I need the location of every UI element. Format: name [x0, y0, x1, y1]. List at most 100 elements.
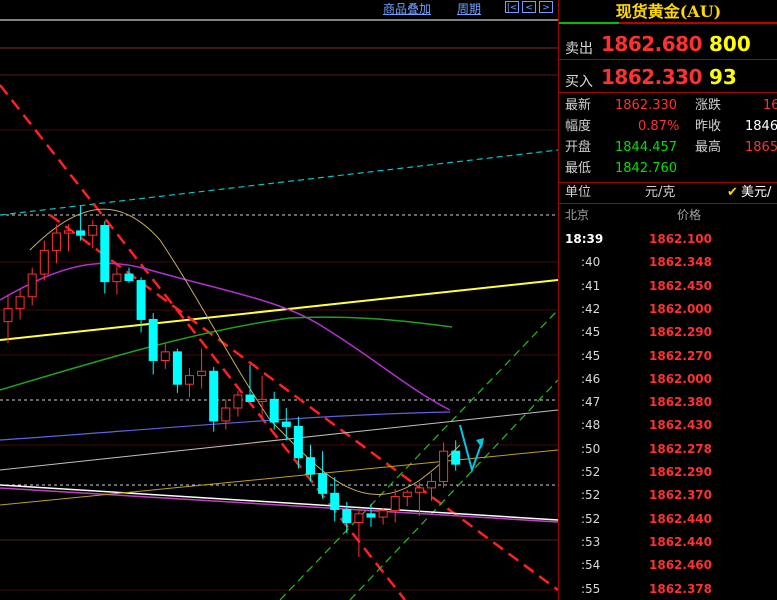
candle-body	[269, 398, 279, 423]
candle-body	[233, 394, 243, 409]
candle-body	[88, 224, 98, 236]
tick-row: :52 1862.440	[559, 508, 777, 531]
tick-time: :46	[581, 371, 601, 386]
tick-time: :50	[581, 441, 601, 456]
candle-body	[197, 370, 207, 377]
tick-price: 1862.450	[649, 278, 713, 293]
nav-prev-button[interactable]: <	[522, 1, 536, 13]
candle-body	[378, 510, 388, 518]
tick-time: :41	[581, 278, 601, 293]
tick-price: 1862.370	[649, 488, 713, 503]
tick-row: :47 1862.380	[559, 391, 777, 414]
tick-time: :48	[581, 418, 601, 433]
unit-alt[interactable]: 美元/	[741, 183, 771, 203]
tick-row: :41 1862.450	[559, 275, 777, 298]
tick-time: :40	[581, 255, 601, 270]
tick-price: 1862.430	[649, 418, 713, 433]
unit-value: 元/克	[645, 185, 676, 200]
unit-label: 单位	[565, 185, 592, 200]
latest-value: 1862.330	[615, 98, 678, 113]
tick-price: 1862.348	[649, 255, 713, 270]
period-menu-button[interactable]: 周期	[457, 0, 481, 17]
nav-first-button[interactable]: |<	[505, 1, 519, 13]
forecast-arrow	[459, 424, 484, 474]
candles	[3, 206, 461, 558]
tick-price: 1862.440	[649, 511, 713, 526]
candle-body	[366, 513, 376, 518]
candle-body	[3, 308, 13, 323]
tick-time: :55	[581, 581, 601, 596]
pct-label: 幅度	[565, 119, 592, 134]
tick-row: :45 1862.270	[559, 345, 777, 368]
open-label: 开盘	[565, 140, 592, 155]
candle-body	[221, 407, 231, 422]
nav-next-button[interactable]: >	[539, 1, 553, 13]
candle-body	[257, 398, 267, 403]
candle-body	[15, 296, 25, 310]
candle-body	[318, 473, 328, 494]
trend-line	[49, 213, 558, 592]
change-value: 16	[763, 98, 777, 113]
price-chart[interactable]	[0, 0, 558, 600]
checkmark-icon[interactable]: ✔	[727, 183, 738, 203]
low-value: 1842.760	[615, 161, 678, 176]
candle-body	[112, 273, 122, 283]
ma-line-tan	[29, 208, 461, 496]
candle-body	[172, 351, 182, 385]
tick-row: 18:39 1862.100	[559, 228, 777, 251]
tick-city-header: 北京	[565, 208, 590, 222]
tick-row: :52 1862.370	[559, 484, 777, 507]
candle-body	[245, 394, 255, 403]
tick-row: :45 1862.290	[559, 321, 777, 344]
candle-body	[148, 318, 158, 361]
candle-body	[76, 230, 86, 236]
candle-body	[209, 370, 219, 422]
candle-body	[414, 487, 424, 493]
trend-line	[0, 487, 558, 523]
change-label: 涨跌	[695, 98, 722, 113]
tick-time: :52	[581, 511, 601, 526]
latest-label: 最新	[565, 98, 592, 113]
tick-price-header: 价格	[677, 208, 702, 222]
tick-price: 1862.278	[649, 441, 713, 456]
candle-body	[124, 273, 134, 282]
high-value: 1865	[745, 140, 777, 155]
buy-price: 1862.330	[601, 65, 703, 89]
tick-price: 1862.380	[649, 395, 713, 410]
tick-row: :54 1862.460	[559, 554, 777, 577]
tick-price: 1862.378	[649, 581, 713, 596]
candle-body	[281, 421, 291, 427]
candle-body	[27, 273, 37, 298]
candle-body	[306, 457, 315, 475]
sell-volume: 800	[709, 32, 751, 56]
tick-price: 1862.100	[649, 232, 713, 246]
tick-row: :40 1862.348	[559, 251, 777, 274]
open-value: 1844.457	[615, 140, 678, 155]
tick-time: :45	[581, 325, 601, 340]
tick-time: :52	[581, 488, 601, 503]
candle-body	[330, 492, 340, 511]
tick-time: :53	[581, 534, 601, 549]
tick-row: :52 1862.290	[559, 461, 777, 484]
sell-label: 卖出	[565, 41, 593, 57]
tick-time: :47	[581, 395, 601, 410]
candle-body	[160, 351, 170, 361]
tick-row: :48 1862.430	[559, 414, 777, 437]
tick-price: 1862.290	[649, 465, 713, 479]
tick-price: 1862.290	[649, 325, 713, 340]
candle-body	[185, 375, 194, 385]
candle-body	[100, 224, 110, 283]
trend-lines	[0, 84, 558, 600]
prev-close-value: 1846	[745, 119, 777, 134]
high-label: 最高	[695, 140, 722, 155]
low-label: 最低	[565, 161, 592, 176]
tick-price: 1862.460	[649, 558, 713, 573]
tick-header: 北京 价格	[559, 204, 777, 226]
tick-row: :53 1862.440	[559, 531, 777, 554]
overlay-menu-button[interactable]: 商品叠加	[383, 0, 431, 17]
candle-body	[402, 491, 412, 498]
tick-price: 1862.270	[649, 348, 713, 363]
quote-panel: 现货黄金(AU) 卖出 1862.680 800 买入 1862.330 93 …	[558, 0, 777, 600]
candle-body	[439, 450, 449, 482]
candle-body	[64, 230, 73, 234]
